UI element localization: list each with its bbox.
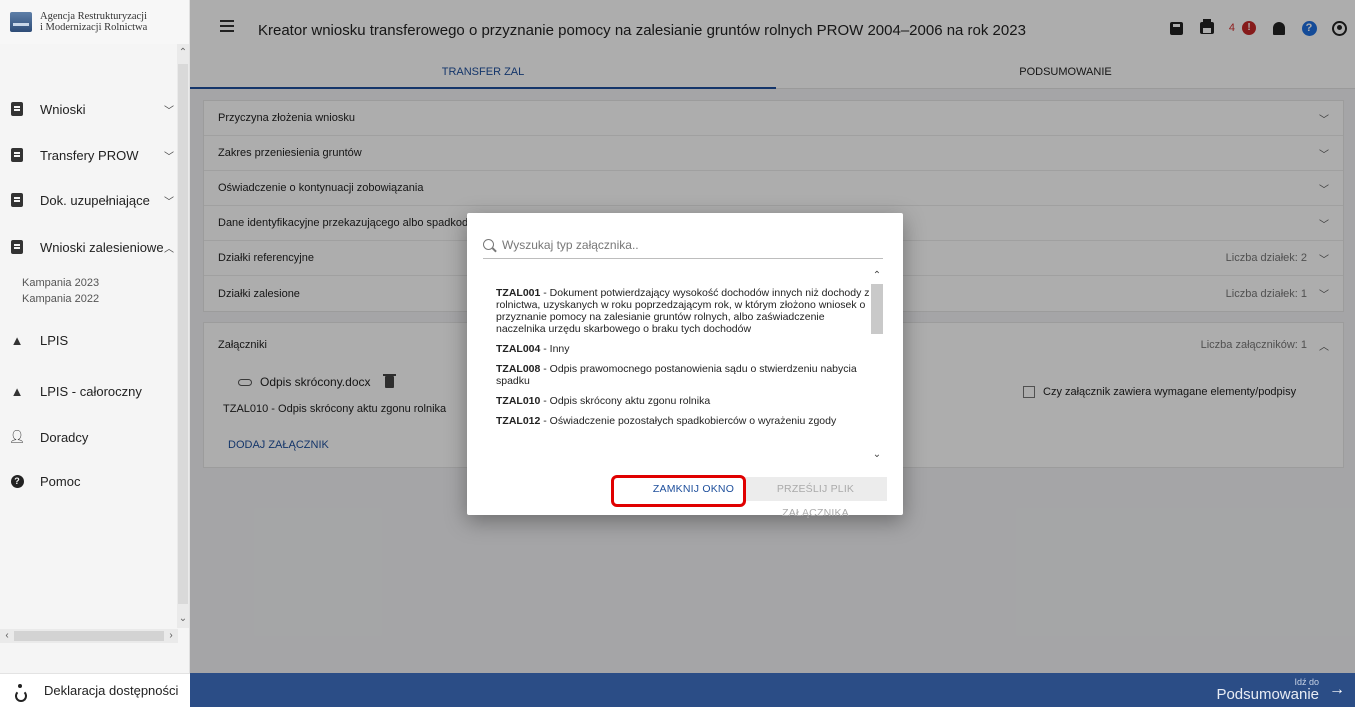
sidebar-item-label: Pomoc	[40, 473, 81, 489]
arrow-right-icon: →	[1329, 681, 1345, 698]
sidebar-item-label: Doradcy	[40, 429, 89, 445]
accessibility-icon	[14, 683, 27, 702]
highlight-annotation	[611, 475, 746, 507]
list-scrollbar[interactable]: ⌃ ⌄	[871, 270, 883, 461]
document-icon	[10, 240, 24, 254]
next-step-button[interactable]: Idź do Podsumowanie →	[1216, 677, 1345, 703]
mountain-icon: ▲	[10, 332, 24, 348]
accessibility-link[interactable]: Deklaracja dostępności	[0, 673, 190, 707]
sidebar-vertical-scrollbar[interactable]: ⌃ ⌄	[177, 44, 189, 628]
document-icon	[10, 102, 24, 116]
attachment-type-list: TZAL001 - Dokument potwierdzający wysoko…	[496, 287, 874, 437]
chevron-up-icon: ︿	[164, 243, 174, 255]
chevron-down-icon: ﹀	[164, 196, 174, 208]
logo-line-2: i Modernizacji Rolnictwa	[40, 22, 148, 33]
logo-mark-icon	[10, 12, 32, 32]
scroll-left-icon[interactable]: ‹	[0, 629, 14, 643]
scrollbar-thumb[interactable]	[871, 284, 883, 334]
sidebar-item-wnioski-zalesieniowe[interactable]: Wnioski zalesieniowe ︿	[0, 232, 178, 262]
person-icon: 👤︎	[8, 429, 26, 444]
document-icon	[10, 148, 24, 162]
list-item[interactable]: TZAL004 - Inny	[496, 343, 874, 355]
sidebar-horizontal-scrollbar[interactable]: ‹ ›	[0, 629, 178, 643]
sidebar-item-dok-uzupelniajace[interactable]: Dok. uzupełniające ﹀	[0, 185, 178, 215]
scroll-right-icon[interactable]: ›	[164, 629, 178, 643]
list-item[interactable]: TZAL008 - Odpis prawomocnego postanowien…	[496, 363, 874, 387]
scroll-down-icon[interactable]: ⌄	[871, 449, 883, 461]
sidebar-item-label: Wnioski zalesieniowe	[40, 239, 164, 255]
scroll-up-icon[interactable]: ⌃	[177, 46, 189, 60]
sidebar-item-pomoc[interactable]: ? Pomoc	[0, 466, 178, 496]
search-icon	[483, 239, 494, 250]
sidebar-item-label: Wnioski	[40, 101, 86, 117]
list-item[interactable]: TZAL001 - Dokument potwierdzający wysoko…	[496, 287, 874, 335]
sidebar-item-transfery-prow[interactable]: Transfery PROW ﹀	[0, 140, 178, 170]
chevron-down-icon: ﹀	[164, 105, 174, 117]
attachment-type-dialog: TZAL001 - Dokument potwierdzający wysoko…	[467, 213, 903, 519]
sidebar-item-label: LPIS - całoroczny	[40, 383, 142, 399]
mountain-icon: ▲	[10, 383, 24, 399]
scrollbar-thumb[interactable]	[14, 631, 164, 641]
document-icon	[10, 193, 24, 207]
sidebar-item-lpis-caloroczny[interactable]: ▲ LPIS - całoroczny	[0, 376, 178, 406]
list-item[interactable]: TZAL012 - Oświadczenie pozostałych spadk…	[496, 415, 874, 429]
scroll-up-icon[interactable]: ⌃	[871, 270, 883, 282]
logo-line-1: Agencja Restrukturyzacji	[40, 11, 147, 22]
sidebar-item-label: Dok. uzupełniające	[40, 192, 150, 208]
question-icon: ?	[10, 474, 24, 488]
scrollbar-thumb[interactable]	[178, 64, 188, 604]
sidebar-item-doradcy[interactable]: 👤︎ Doradcy	[0, 422, 178, 452]
agency-logo[interactable]: Agencja Restrukturyzacji i Modernizacji …	[0, 0, 189, 44]
accessibility-label: Deklaracja dostępności	[44, 683, 179, 698]
sidebar-item-label: LPIS	[40, 332, 69, 348]
next-step-label: Podsumowanie	[1216, 686, 1319, 703]
sidebar: Agencja Restrukturyzacji i Modernizacji …	[0, 0, 190, 707]
sidebar-subitem-kampania-2023[interactable]: Kampania 2023	[22, 277, 99, 289]
sidebar-subitem-kampania-2022[interactable]: Kampania 2022	[22, 293, 99, 305]
footer-bar: Idź do Podsumowanie →	[190, 673, 1355, 707]
sidebar-item-lpis[interactable]: ▲ LPIS	[0, 325, 178, 355]
sidebar-item-label: Transfery PROW	[40, 147, 139, 163]
scroll-down-icon[interactable]: ⌄	[177, 612, 189, 626]
chevron-down-icon: ﹀	[164, 151, 174, 163]
sidebar-item-wnioski[interactable]: Wnioski ﹀	[0, 94, 178, 124]
search-field[interactable]	[483, 231, 883, 259]
upload-attachment-button[interactable]: PRZEŚLIJ PLIK ZAŁĄCZNIKA	[744, 477, 887, 519]
list-item[interactable]: TZAL010 - Odpis skrócony aktu zgonu roln…	[496, 395, 874, 407]
search-input[interactable]	[502, 237, 862, 252]
